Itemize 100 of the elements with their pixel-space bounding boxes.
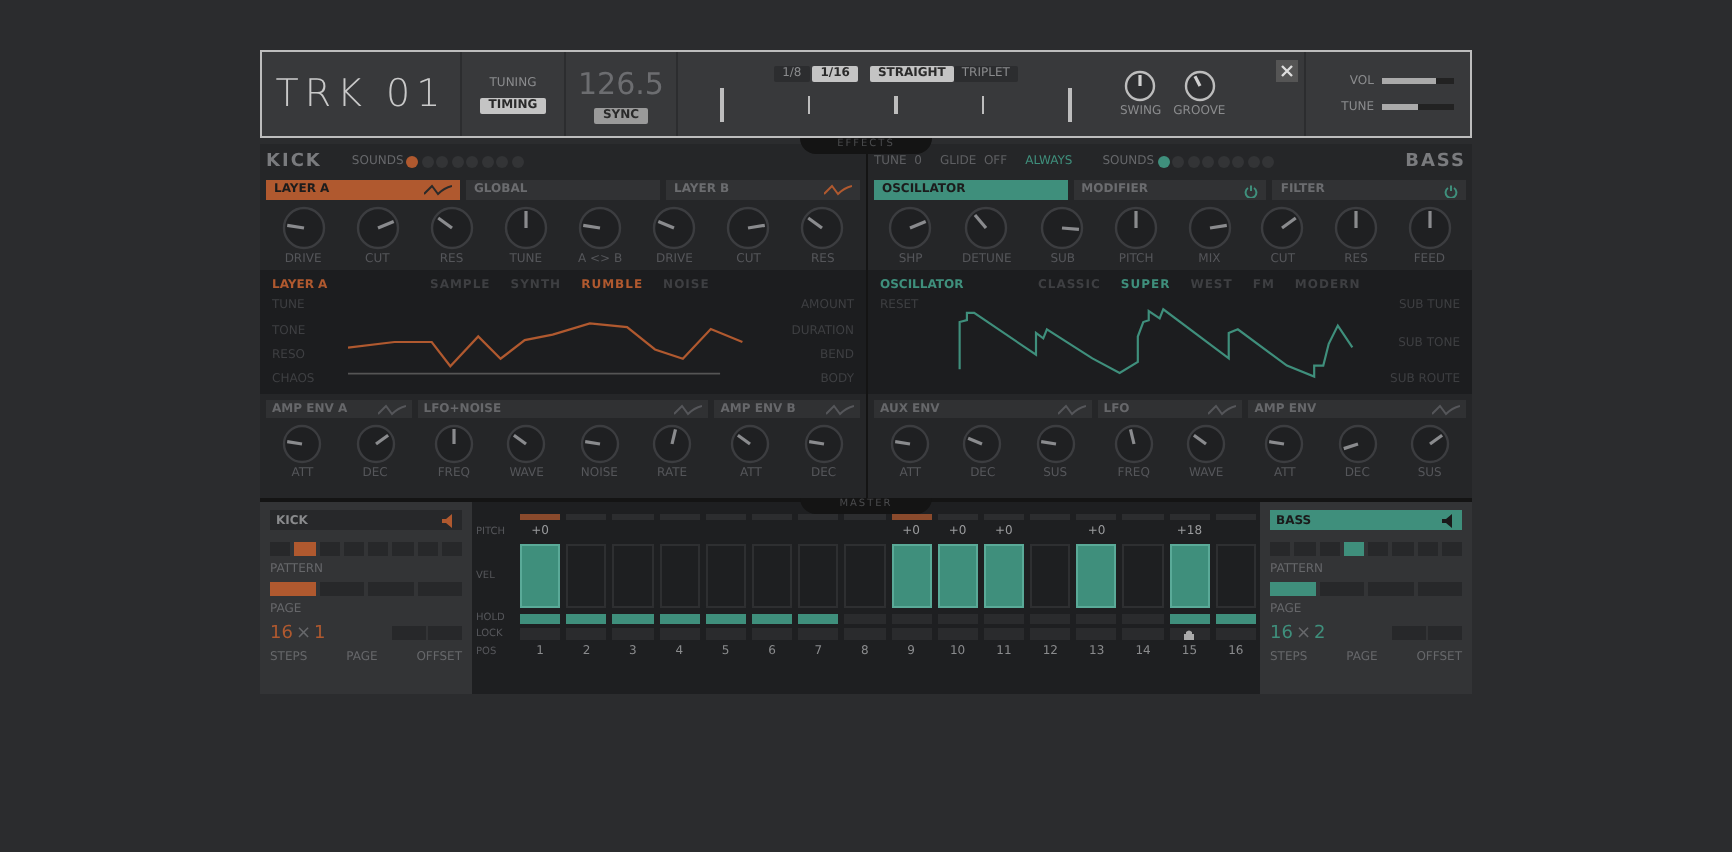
knob-pointer[interactable] [808, 216, 824, 230]
knob-pointer[interactable] [436, 216, 453, 230]
knob-pointer[interactable] [748, 223, 766, 230]
knob-pointer[interactable] [1428, 434, 1443, 446]
knob-pointer[interactable] [974, 214, 988, 230]
hold-bar[interactable] [1215, 613, 1256, 624]
tick-mark [807, 96, 811, 114]
knob-pointer[interactable] [376, 220, 394, 230]
knob-pointer[interactable] [910, 220, 927, 230]
knob-pointer[interactable] [287, 440, 303, 446]
hold-bar[interactable] [798, 613, 839, 624]
knob[interactable] [652, 424, 693, 465]
velocity-pad[interactable] [937, 544, 978, 609]
hold-bar[interactable] [566, 613, 607, 624]
knob[interactable] [888, 206, 933, 250]
close-icon [1280, 64, 1294, 78]
hold-bar[interactable] [751, 613, 793, 624]
pattern-slot[interactable] [294, 542, 315, 557]
knob-pointer[interactable] [513, 434, 528, 446]
knob[interactable] [1113, 424, 1154, 465]
knob[interactable] [962, 424, 1003, 465]
hold-bar[interactable] [520, 613, 561, 624]
knob-pointer[interactable] [1128, 429, 1136, 445]
hold-bar[interactable] [1169, 613, 1210, 624]
knob-pointer[interactable] [452, 429, 456, 445]
knob[interactable] [1264, 424, 1305, 465]
knob-pointer[interactable] [1342, 442, 1358, 451]
knob-pointer[interactable] [1209, 223, 1227, 230]
meter-track[interactable] [1382, 104, 1454, 111]
knob[interactable] [1337, 424, 1378, 465]
knob-pointer[interactable] [1427, 211, 1431, 228]
knob-pointer[interactable] [895, 440, 911, 446]
velocity-pad[interactable] [520, 544, 561, 609]
power-icon[interactable] [1244, 183, 1259, 197]
knob-pointer[interactable] [1139, 74, 1143, 86]
velocity-pad[interactable] [983, 544, 1025, 609]
power-icon[interactable] [1444, 183, 1459, 197]
knob[interactable] [506, 424, 547, 465]
lock-button[interactable] [1169, 628, 1210, 641]
knob[interactable] [355, 206, 400, 250]
knob-pointer[interactable] [1040, 440, 1056, 446]
knob[interactable] [1124, 69, 1157, 102]
knob[interactable] [1186, 424, 1227, 465]
value-field[interactable]: 16 [270, 623, 293, 645]
knob-pointer[interactable] [286, 223, 304, 230]
knob[interactable] [1040, 206, 1085, 250]
knob[interactable] [1187, 206, 1232, 250]
knob[interactable] [652, 206, 697, 250]
knob[interactable] [1260, 206, 1305, 250]
velocity-pad[interactable] [1169, 544, 1210, 609]
meter-track[interactable] [1382, 77, 1454, 84]
close-button[interactable] [1276, 60, 1298, 82]
curve-icon [674, 403, 703, 416]
page-slot[interactable] [1270, 582, 1315, 597]
tick-mark [981, 96, 985, 114]
value-field[interactable]: 1 [314, 623, 326, 645]
knob-pointer[interactable] [670, 429, 678, 445]
knob-pointer[interactable] [1192, 75, 1201, 87]
sound-slot[interactable] [406, 156, 419, 168]
knob[interactable] [282, 424, 323, 465]
hold-bar[interactable] [659, 613, 700, 624]
knob[interactable] [964, 206, 1009, 250]
knob-pointer[interactable] [737, 434, 752, 446]
knob-pointer[interactable] [374, 434, 389, 446]
knob[interactable] [800, 206, 845, 250]
hold-bar[interactable] [612, 613, 654, 624]
lock-icon [1184, 629, 1195, 640]
knob[interactable] [429, 206, 474, 250]
knob-pointer[interactable] [1269, 440, 1285, 446]
knob-pointer[interactable] [1193, 434, 1208, 446]
hold-bar[interactable] [705, 613, 746, 624]
knob[interactable] [355, 424, 396, 465]
knob[interactable] [890, 424, 931, 465]
tick-mark [894, 96, 898, 114]
pattern-slot[interactable] [1343, 542, 1364, 557]
knob-pointer[interactable] [584, 440, 600, 446]
page-slot[interactable] [270, 582, 315, 597]
velocity-pad[interactable] [891, 544, 932, 609]
knob-pointer[interactable] [808, 440, 824, 446]
knob[interactable] [579, 424, 620, 465]
knob[interactable] [803, 424, 844, 465]
knob[interactable] [281, 206, 326, 250]
knob[interactable] [726, 206, 771, 250]
curve-icon [1208, 403, 1237, 416]
knob-pointer[interactable] [968, 437, 984, 446]
value-field[interactable]: 2 [1314, 623, 1326, 645]
knob-pointer[interactable] [658, 220, 675, 230]
knob[interactable] [578, 206, 623, 250]
sound-slot[interactable] [1157, 156, 1170, 168]
curve-icon [826, 403, 854, 416]
knob-pointer[interactable] [583, 223, 601, 230]
curve-icon [424, 184, 452, 196]
knob-pointer[interactable] [1062, 226, 1080, 231]
knob-pointer[interactable] [1281, 216, 1298, 230]
knob[interactable] [1409, 424, 1450, 465]
value-field[interactable]: 16 [1270, 623, 1293, 645]
knob[interactable] [730, 424, 771, 465]
knob[interactable] [1183, 69, 1216, 102]
velocity-pad[interactable] [1076, 544, 1117, 609]
knob[interactable] [1035, 424, 1076, 465]
